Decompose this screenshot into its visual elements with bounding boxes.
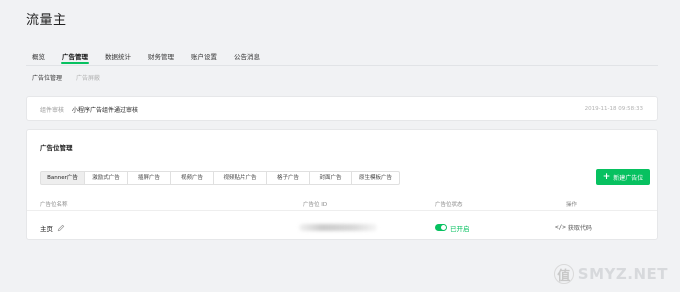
plus-icon: +: [602, 171, 611, 182]
ad-type-cover[interactable]: 封面广告: [309, 171, 352, 185]
notice-label: 组件审核: [40, 107, 65, 114]
column-header-actions: 操作: [566, 202, 578, 208]
column-header-status: 广告位状态: [435, 202, 463, 208]
tab-overview[interactable]: 概览: [32, 51, 45, 65]
table-divider: [27, 210, 657, 211]
ad-type-grid[interactable]: 格子广告: [266, 171, 310, 185]
tab-account-settings[interactable]: 账户设置: [191, 51, 217, 65]
main-tabs: 概览 广告管理 数据统计 财务管理 账户设置 公告消息: [32, 51, 277, 65]
code-icon: </>: [555, 224, 566, 231]
sub-tabs: 广告位管理 广告屏蔽: [32, 73, 114, 82]
column-header-name: 广告位名称: [40, 202, 68, 208]
ad-slot-card: 广告位管理 Banner广告 激励式广告 插屏广告 视频广告 视频贴片广告 格子…: [26, 129, 658, 240]
ad-type-interstitial[interactable]: 插屏广告: [127, 171, 171, 185]
ad-type-rewarded[interactable]: 激励式广告: [84, 171, 128, 185]
subtab-ad-blocking[interactable]: 广告屏蔽: [76, 73, 100, 82]
page-title: 流量主: [26, 13, 67, 28]
watermark-badge-icon: 值: [553, 264, 574, 284]
section-title: 广告位管理: [40, 144, 73, 152]
ad-type-banner[interactable]: Banner广告: [40, 171, 85, 185]
table-row-name-cell: 主页: [40, 223, 65, 233]
ad-type-native-template[interactable]: 原生模板广告: [351, 171, 400, 185]
ad-type-video[interactable]: 视频广告: [170, 171, 214, 185]
get-code-link[interactable]: </> 获取代码: [555, 223, 592, 232]
notice-text: 小程序广告组件通过审核: [72, 107, 139, 114]
ad-slot-id-blurred: [299, 224, 377, 231]
new-ad-slot-label: 新建广告位: [613, 174, 644, 182]
tab-data-statistics[interactable]: 数据统计: [105, 51, 131, 65]
ad-type-video-patch[interactable]: 视频贴片广告: [213, 171, 267, 185]
ad-slot-name: 主页: [40, 225, 53, 233]
status-toggle[interactable]: [435, 224, 447, 231]
status-label: 已开启: [450, 225, 470, 233]
tab-announcements[interactable]: 公告消息: [234, 51, 260, 65]
column-header-id: 广告位 ID: [303, 202, 328, 208]
get-code-label: 获取代码: [567, 225, 592, 232]
subtab-ad-slot-management[interactable]: 广告位管理: [32, 73, 62, 82]
new-ad-slot-button[interactable]: + 新建广告位: [596, 169, 650, 185]
watermark-text: SMYZ.NET: [577, 265, 668, 283]
tabs-divider: [26, 65, 658, 66]
edit-pencil-icon[interactable]: [57, 224, 65, 232]
watermark: 值 SMYZ.NET: [553, 264, 668, 284]
tab-ad-management[interactable]: 广告管理: [61, 51, 89, 65]
notice-timestamp: 2019-11-18 09:58:33: [584, 106, 643, 112]
notice-card: 组件审核 小程序广告组件通过审核 2019-11-18 09:58:33: [26, 96, 658, 121]
tab-finance[interactable]: 财务管理: [148, 51, 174, 65]
ad-type-tabs: Banner广告 激励式广告 插屏广告 视频广告 视频贴片广告 格子广告 封面广…: [40, 171, 400, 185]
